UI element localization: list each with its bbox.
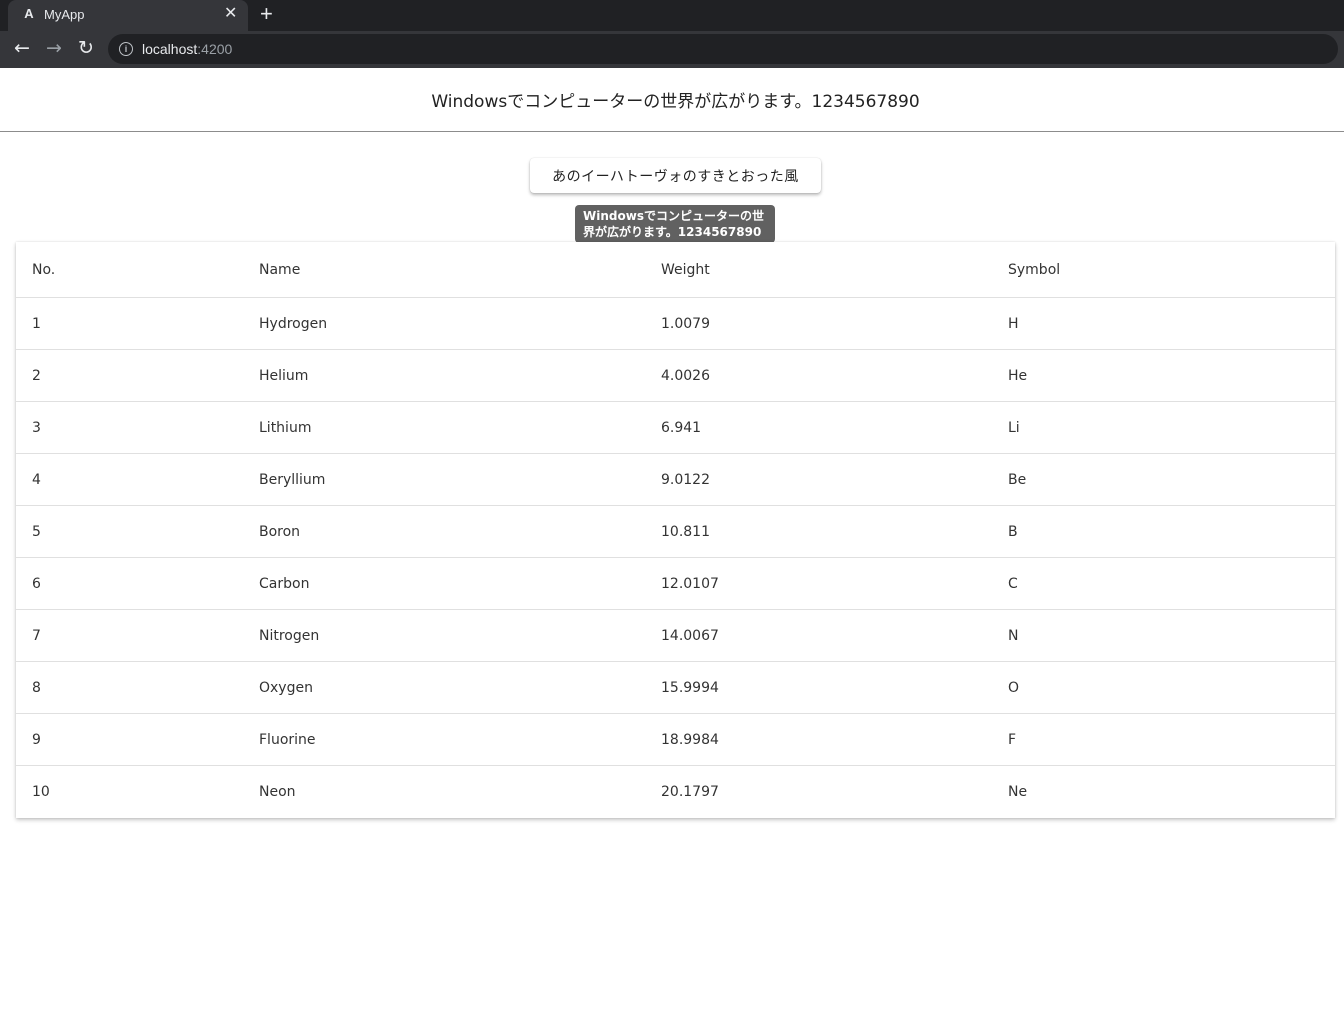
elements-table-card: No. Name Weight Symbol 1 Hydrogen 1.0079… (16, 242, 1335, 818)
table-row: 5 Boron 10.811 B (16, 505, 1335, 558)
cell-weight: 20.1797 (661, 783, 719, 800)
url-text: localhost:4200 (142, 41, 232, 57)
table-row: 8 Oxygen 15.9994 O (16, 661, 1335, 714)
header-symbol: Symbol (992, 242, 1335, 298)
cell-weight: 18.9984 (645, 713, 992, 766)
tooltip-line-2: 界が広がります。1234567890 (583, 225, 762, 239)
cell-no: 9 (16, 713, 243, 766)
table-row: 2 Helium 4.0026 He (16, 349, 1335, 402)
cell-weight: 4.0026 (645, 349, 992, 402)
cell-weight: 6.941 (645, 401, 992, 454)
cell-weight: 9.0122 (645, 453, 992, 506)
table-row: 4 Beryllium 9.0122 Be (16, 453, 1335, 506)
cell-weight: 14.0067 (645, 609, 992, 662)
table-row: 1 Hydrogen 1.0079 H (16, 297, 1335, 350)
cell-no: 2 (16, 349, 243, 402)
back-arrow-icon[interactable]: ← (11, 36, 33, 60)
cell-symbol: Ne (1008, 783, 1028, 800)
table-header-row: No. Name Weight Symbol (16, 242, 1335, 298)
cell-name: Hydrogen (243, 297, 645, 350)
cell-no: 7 (16, 609, 243, 662)
cell-name: Oxygen (243, 661, 645, 714)
cell-name: Fluorine (243, 713, 645, 766)
address-bar[interactable]: i localhost:4200 (108, 34, 1338, 64)
cell-name: Nitrogen (243, 609, 645, 662)
tooltip-line-1: Windowsでコンピューターの世 (583, 209, 764, 223)
cell-symbol: B (992, 505, 1335, 558)
url-host: localhost (142, 41, 198, 57)
angular-favicon-icon: A (24, 6, 34, 21)
table-row: 9 Fluorine 18.9984 F (16, 713, 1335, 766)
table-row: 6 Carbon 12.0107 C (16, 557, 1335, 610)
cell-no: 4 (16, 453, 243, 506)
cell-no: 8 (16, 661, 243, 714)
cell-weight: 15.9994 (645, 661, 992, 714)
url-port: :4200 (197, 41, 233, 57)
cell-name: Lithium (243, 401, 645, 454)
cell-symbol: F (992, 713, 1335, 766)
browser-tab-strip: A MyApp ✕ + (0, 0, 1344, 31)
tooltip: Windowsでコンピューターの世 界が広がります。1234567890 (575, 205, 775, 243)
cell-name: Carbon (243, 557, 645, 610)
cell-name: Neon (259, 783, 296, 800)
cell-symbol: Li (992, 401, 1335, 454)
browser-toolbar: ← → ↻ i localhost:4200 (0, 31, 1344, 68)
site-info-icon[interactable]: i (119, 42, 133, 56)
table-row: 10 Neon 20.1797 Ne (16, 766, 1335, 818)
reload-icon[interactable]: ↻ (75, 36, 97, 60)
cell-weight: 1.0079 (645, 297, 992, 350)
cell-symbol: C (992, 557, 1335, 610)
table-row: 7 Nitrogen 14.0067 N (16, 609, 1335, 662)
cell-name: Beryllium (243, 453, 645, 506)
cell-weight: 10.811 (645, 505, 992, 558)
close-tab-icon[interactable]: ✕ (224, 5, 237, 23)
cell-no: 6 (16, 557, 243, 610)
cell-no: 10 (32, 783, 50, 800)
forward-arrow-icon[interactable]: → (43, 36, 65, 60)
page-title: Windowsでコンピューターの世界が広がります。1234567890 (431, 92, 920, 112)
cell-symbol: H (992, 297, 1335, 350)
header-no: No. (16, 242, 243, 298)
cell-symbol: N (992, 609, 1335, 662)
new-tab-icon[interactable]: + (260, 3, 273, 25)
cell-symbol: O (992, 661, 1335, 714)
cell-no: 1 (16, 297, 243, 350)
cell-name: Helium (243, 349, 645, 402)
page-header: Windowsでコンピューターの世界が広がります。1234567890 (0, 68, 1344, 132)
header-weight: Weight (645, 242, 992, 298)
cell-weight: 12.0107 (645, 557, 992, 610)
cell-no: 3 (16, 401, 243, 454)
browser-tab[interactable]: A MyApp ✕ (8, 0, 248, 31)
tooltip-trigger-button[interactable]: あのイーハトーヴォのすきとおった風 (530, 158, 821, 193)
cell-symbol: He (992, 349, 1335, 402)
tab-title: MyApp (44, 7, 85, 22)
cell-symbol: Be (992, 453, 1335, 506)
elements-table: No. Name Weight Symbol 1 Hydrogen 1.0079… (16, 242, 1335, 817)
cell-no: 5 (16, 505, 243, 558)
header-name: Name (243, 242, 645, 298)
cell-name: Boron (243, 505, 645, 558)
table-row: 3 Lithium 6.941 Li (16, 401, 1335, 454)
